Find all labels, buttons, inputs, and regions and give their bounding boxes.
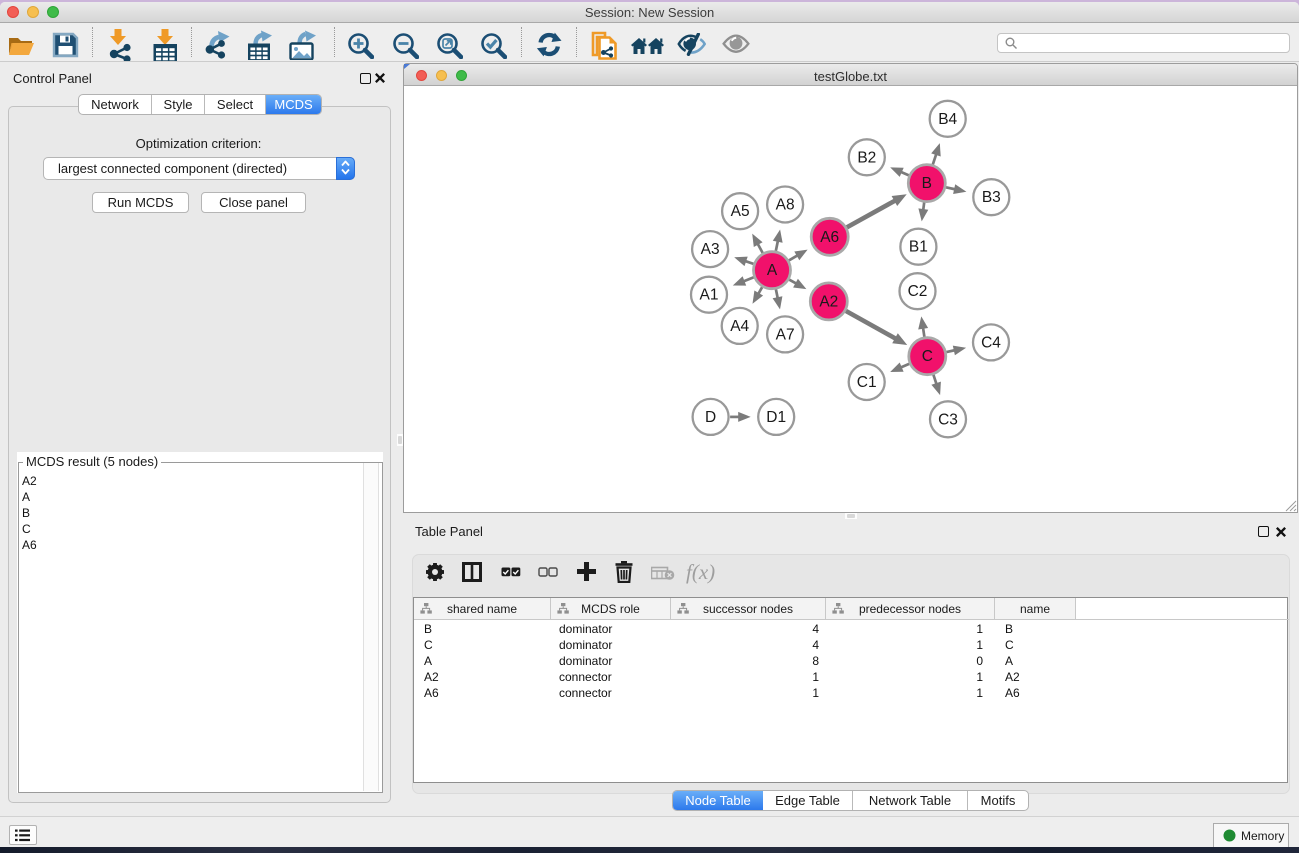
svg-text:A7: A7 xyxy=(776,326,795,343)
svg-text:D: D xyxy=(705,409,716,426)
svg-text:A5: A5 xyxy=(731,203,750,220)
svg-text:C4: C4 xyxy=(981,334,1001,351)
svg-text:C3: C3 xyxy=(938,411,958,428)
svg-text:C1: C1 xyxy=(857,374,877,391)
svg-text:B1: B1 xyxy=(909,239,928,256)
svg-text:D1: D1 xyxy=(766,409,786,426)
svg-text:B3: B3 xyxy=(982,189,1001,206)
svg-text:A3: A3 xyxy=(701,241,720,258)
svg-text:A8: A8 xyxy=(776,197,795,214)
svg-text:C: C xyxy=(922,348,933,365)
svg-text:B: B xyxy=(922,175,932,192)
svg-text:A: A xyxy=(767,262,778,279)
svg-text:A6: A6 xyxy=(820,229,839,246)
svg-text:A2: A2 xyxy=(819,293,838,310)
svg-text:B4: B4 xyxy=(938,111,957,128)
svg-text:A4: A4 xyxy=(730,318,749,335)
svg-text:B2: B2 xyxy=(857,149,876,166)
svg-text:C2: C2 xyxy=(908,283,928,300)
svg-text:A1: A1 xyxy=(700,287,719,304)
